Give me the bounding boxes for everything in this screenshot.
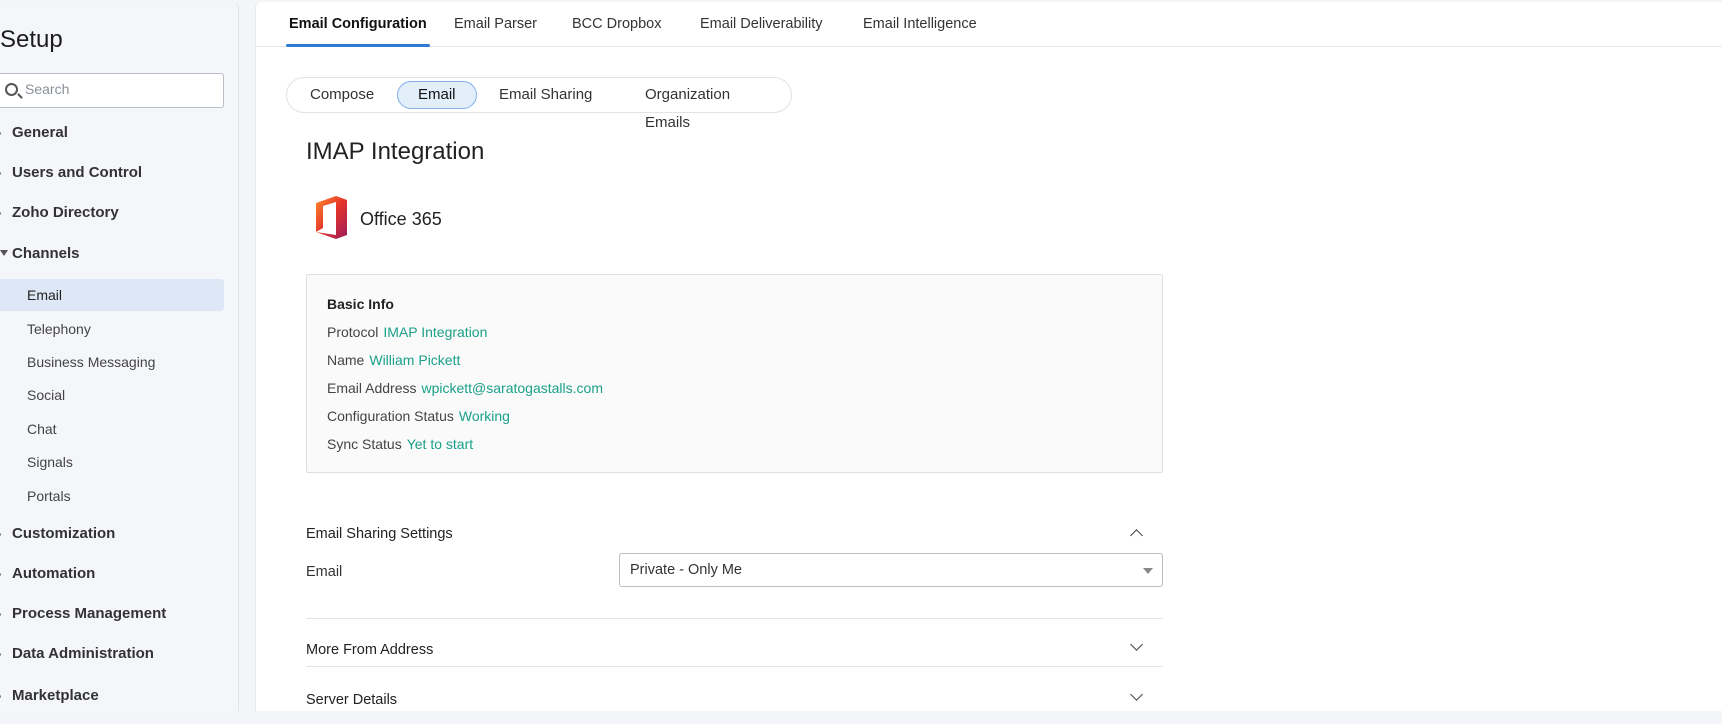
office365-logo-icon [316, 196, 347, 239]
divider [306, 618, 1163, 619]
sub-tab-group: Compose Email Email Sharing Organization… [286, 77, 792, 131]
email-sharing-field-label: Email [306, 564, 343, 580]
subtab-email[interactable]: Email [397, 81, 477, 109]
chevron-up-icon[interactable] [1130, 529, 1143, 542]
sidebar-subitem-signals[interactable]: Signals [0, 446, 224, 478]
divider [306, 666, 1163, 667]
sidebar-subitem-portals[interactable]: Portals [0, 480, 224, 512]
subtab-organization-emails[interactable]: Organization Emails [625, 81, 791, 131]
top-tabs: Email Configuration Email Parser BCC Dro… [256, 2, 1722, 47]
email-sharing-settings-header[interactable]: Email Sharing Settings [306, 510, 1163, 558]
bullet-icon [0, 695, 1, 698]
search-icon [5, 83, 18, 96]
info-row-name: Name William Pickett [327, 352, 461, 368]
search-box[interactable] [0, 73, 224, 108]
sidebar-subitem-email[interactable]: Email [0, 279, 224, 311]
tab-email-configuration[interactable]: Email Configuration [286, 16, 430, 47]
subtab-email-sharing[interactable]: Email Sharing [479, 81, 612, 109]
bullet-icon [0, 172, 1, 175]
sidebar-subitem-social[interactable]: Social [0, 379, 224, 411]
subtab-compose[interactable]: Compose [290, 81, 394, 109]
bullet-icon [0, 533, 1, 536]
bullet-icon [0, 132, 1, 135]
tab-email-parser[interactable]: Email Parser [454, 16, 537, 47]
sidebar-item-zoho-directory[interactable]: Zoho Directory [0, 197, 224, 229]
sidebar-item-users-and-control[interactable]: Users and Control [0, 157, 224, 189]
info-row-sync-status: Sync Status Yet to start [327, 436, 474, 452]
caret-down-icon [1143, 568, 1153, 574]
provider-name: Office 365 [360, 209, 442, 229]
sidebar-item-process-management[interactable]: Process Management [0, 598, 224, 630]
tab-bcc-dropbox[interactable]: BCC Dropbox [572, 16, 661, 47]
sidebar-subitem-business-messaging[interactable]: Business Messaging [0, 346, 224, 378]
bullet-icon [0, 613, 1, 616]
sidebar-title: Setup [0, 26, 63, 53]
info-row-email-address: Email Address wpickett@saratogastalls.com [327, 380, 603, 396]
sidebar-item-general[interactable]: General [0, 117, 224, 149]
sidebar-item-marketplace[interactable]: Marketplace [0, 680, 224, 712]
sidebar-item-automation[interactable]: Automation [0, 558, 224, 590]
chevron-down-icon[interactable] [1130, 638, 1143, 651]
basic-info-title: Basic Info [327, 296, 394, 312]
basic-info-box: Basic Info Protocol IMAP Integration Name… [306, 274, 1163, 473]
sidebar-item-customization[interactable]: Customization [0, 518, 224, 550]
server-details-header[interactable]: Server Details [306, 676, 1163, 724]
sidebar-subitem-chat[interactable]: Chat [0, 413, 224, 445]
sidebar-item-data-administration[interactable]: Data Administration [0, 638, 224, 670]
sidebar-subitem-telephony[interactable]: Telephony [0, 313, 224, 345]
bullet-icon [0, 653, 1, 656]
search-input[interactable] [25, 81, 215, 97]
page-title: IMAP Integration [306, 138, 485, 165]
bullet-icon [0, 212, 1, 215]
info-row-configuration-status: Configuration Status Working [327, 408, 510, 424]
tab-email-deliverability[interactable]: Email Deliverability [700, 16, 822, 47]
tab-email-intelligence[interactable]: Email Intelligence [863, 16, 977, 47]
bullet-icon [0, 573, 1, 576]
sidebar: Setup General Users and Control Zoho Dir… [0, 2, 239, 711]
info-row-protocol: Protocol IMAP Integration [327, 324, 488, 340]
chevron-down-icon[interactable] [1130, 688, 1143, 701]
sidebar-item-channels[interactable]: Channels [0, 238, 224, 270]
main-panel: Email Configuration Email Parser BCC Dro… [255, 2, 1722, 711]
email-sharing-select[interactable]: Private - Only Me [619, 553, 1163, 587]
caret-down-icon [0, 250, 8, 256]
